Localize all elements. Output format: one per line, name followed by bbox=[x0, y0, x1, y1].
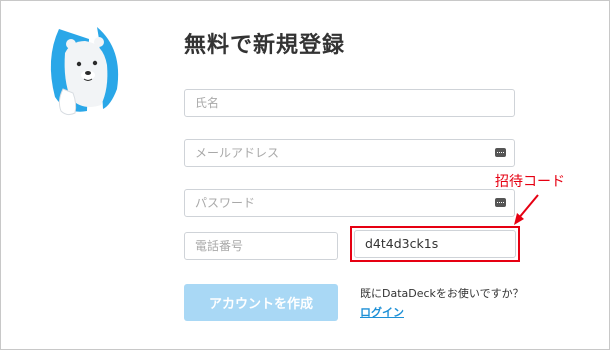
signup-page: 無料で新規登録 氏名 メールアドレス パスワード 電話番号 d4t4d3ck1s… bbox=[0, 0, 610, 350]
invite-code-callout: 招待コード bbox=[495, 174, 565, 190]
login-link[interactable]: ログイン bbox=[360, 304, 404, 320]
login-prompt: 既にDataDeckをお使いですか？ bbox=[360, 287, 524, 300]
phone-field[interactable]: 電話番号 bbox=[184, 232, 338, 260]
password-field[interactable]: パスワード bbox=[184, 189, 515, 217]
password-placeholder: パスワード bbox=[195, 196, 256, 210]
phone-placeholder: 電話番号 bbox=[195, 239, 244, 253]
page-title: 無料で新規登録 bbox=[184, 33, 346, 58]
email-field[interactable]: メールアドレス bbox=[184, 139, 515, 167]
name-field[interactable]: 氏名 bbox=[184, 89, 515, 117]
password-keyboard-icon[interactable] bbox=[495, 148, 506, 157]
polar-bear-icon bbox=[50, 27, 119, 116]
create-account-button[interactable]: アカウントを作成 bbox=[184, 284, 338, 321]
invite-code-highlight-box bbox=[350, 226, 520, 262]
name-placeholder: 氏名 bbox=[195, 96, 220, 110]
callout-arrow-icon bbox=[514, 194, 539, 225]
email-placeholder: メールアドレス bbox=[195, 146, 280, 160]
password-keyboard-icon[interactable] bbox=[495, 198, 506, 207]
